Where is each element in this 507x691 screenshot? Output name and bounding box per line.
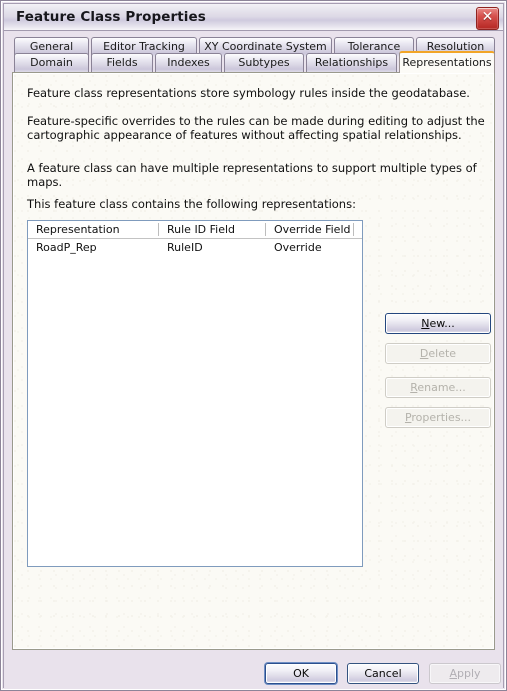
close-icon[interactable]: ✕ bbox=[476, 7, 499, 30]
title-bar: Feature Class Properties ✕ bbox=[4, 4, 503, 31]
tab-relationships[interactable]: Relationships bbox=[306, 53, 397, 73]
list-caption: This feature class contains the followin… bbox=[27, 197, 356, 211]
column-divider[interactable] bbox=[265, 223, 266, 236]
intro-paragraph-2: Feature-specific overrides to the rules … bbox=[27, 114, 489, 142]
tab-row-bottom: Domain Fields Indexes Subtypes Relationships… bbox=[4, 51, 503, 74]
dialog-footer: OK Cancel Apply bbox=[4, 652, 503, 689]
cancel-button[interactable]: Cancel bbox=[347, 663, 419, 684]
intro-paragraph-1: Feature class representations store symb… bbox=[27, 86, 470, 100]
tab-indexes[interactable]: Indexes bbox=[155, 53, 222, 73]
column-header[interactable]: Representation bbox=[36, 223, 120, 238]
tab-domain[interactable]: Domain bbox=[14, 53, 89, 73]
table-cell: RuleID bbox=[167, 241, 203, 254]
table-cell: RoadP_Rep bbox=[36, 241, 97, 254]
tab-subtypes[interactable]: Subtypes bbox=[224, 53, 304, 73]
tab-content-panel: Feature class representations store symb… bbox=[12, 72, 495, 650]
dialog-frame: Feature Class Properties ✕ General Editor… bbox=[3, 3, 504, 689]
list-rows: RoadP_Rep RuleID Override bbox=[28, 240, 362, 256]
delete-button: Delete bbox=[385, 343, 491, 364]
ok-button[interactable]: OK bbox=[265, 663, 337, 684]
rename-button: Rename... bbox=[385, 377, 491, 398]
intro-paragraph-3: A feature class can have multiple repres… bbox=[27, 161, 481, 189]
list-column-headers: Representation Rule ID Field Override Fiel… bbox=[28, 221, 362, 239]
dialog-title: Feature Class Properties bbox=[16, 9, 206, 25]
tab-strip: General Editor Tracking XY Coordinate Syst… bbox=[4, 31, 503, 74]
column-divider[interactable] bbox=[353, 223, 354, 236]
table-cell: Override bbox=[274, 241, 322, 254]
new-button[interactable]: New... bbox=[385, 313, 491, 334]
feature-class-properties-dialog: Feature Class Properties ✕ General Editor… bbox=[0, 0, 507, 691]
properties-button: Properties... bbox=[385, 407, 491, 428]
column-header[interactable]: Rule ID Field bbox=[167, 223, 235, 238]
tab-representations[interactable]: Representations bbox=[399, 51, 495, 73]
column-header[interactable]: Override Field bbox=[274, 223, 350, 238]
table-row[interactable]: RoadP_Rep RuleID Override bbox=[28, 240, 362, 256]
apply-button: Apply bbox=[429, 663, 501, 684]
tab-fields[interactable]: Fields bbox=[91, 53, 153, 73]
close-glyph: ✕ bbox=[481, 9, 494, 25]
column-divider[interactable] bbox=[158, 223, 159, 236]
representations-list[interactable]: Representation Rule ID Field Override Fiel… bbox=[27, 220, 363, 567]
